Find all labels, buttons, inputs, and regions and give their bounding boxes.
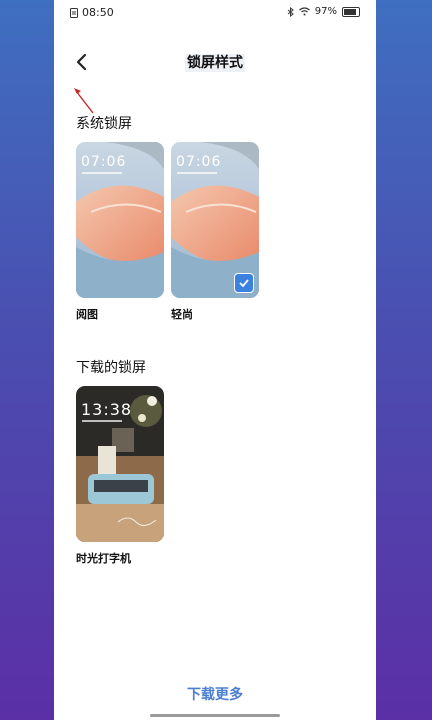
pointer-arrow-icon — [74, 88, 94, 114]
lock-time-preview: 07:06 — [81, 154, 127, 170]
downloaded-section-title: 下载的锁屏 — [76, 360, 146, 376]
notification-file-icon — [70, 7, 78, 18]
lock-date-line — [82, 172, 122, 174]
page-title: 锁屏样式 — [185, 54, 245, 72]
nav-bar: 锁屏样式 — [54, 44, 376, 80]
system-section-title: 系统锁屏 — [76, 116, 132, 132]
lock-date-line — [177, 172, 217, 174]
card-label-yuetu: 阅图 — [76, 308, 98, 321]
card-label-typewriter: 时光打字机 — [76, 552, 131, 565]
download-more-link[interactable]: 下载更多 — [54, 684, 376, 704]
lock-time-preview: 07:06 — [176, 154, 222, 170]
lock-time-preview: 13:38 — [81, 400, 133, 419]
selected-check-icon — [234, 273, 254, 293]
lockscreen-card-qingshang[interactable]: 07:06 — [171, 142, 259, 298]
lock-date-line — [82, 420, 122, 422]
status-bar: 08:50 97% — [54, 0, 376, 26]
home-indicator[interactable] — [150, 714, 280, 717]
bluetooth-icon — [287, 6, 294, 17]
status-time: 08:50 — [82, 6, 114, 19]
battery-icon — [342, 6, 360, 17]
phone-screen: 08:50 97% 锁屏样式 系统锁屏 07:06 阅图 07:06 轻尚 下载… — [54, 0, 376, 720]
card-label-qingshang: 轻尚 — [171, 308, 193, 321]
wifi-icon — [298, 7, 310, 16]
lockscreen-card-typewriter[interactable]: 13:38 — [76, 386, 164, 542]
lockscreen-card-yuetu[interactable]: 07:06 — [76, 142, 164, 298]
battery-percent: 97% — [314, 6, 337, 17]
